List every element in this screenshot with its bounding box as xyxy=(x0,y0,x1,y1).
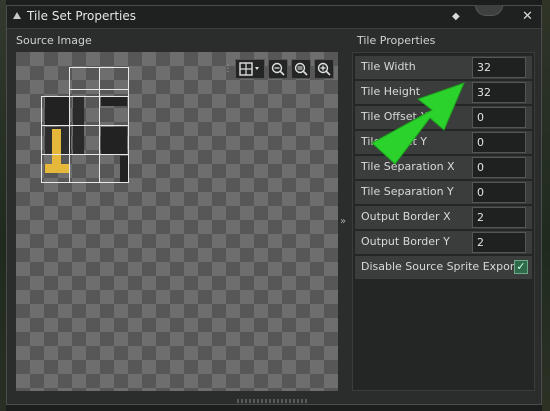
prop-label: Disable Source Sprite Export xyxy=(361,260,519,273)
zoom-reset-button[interactable] xyxy=(291,59,311,79)
prop-row-tile-offset-x: Tile Offset X 0 xyxy=(355,106,532,129)
disable-source-sprite-export-checkbox[interactable]: ✓ xyxy=(514,260,528,274)
tile-offset-y-input[interactable]: 0 xyxy=(472,132,526,153)
zoom-toolbar: ⋮ xyxy=(224,59,334,79)
grid-line xyxy=(41,96,129,97)
tile-height-input[interactable]: 32 xyxy=(472,82,526,103)
properties-list: Tile Width 32 Tile Height 32 Tile Offset… xyxy=(352,52,535,391)
tile xyxy=(101,96,127,106)
prop-row-tile-height: Tile Height 32 xyxy=(355,81,532,104)
grid-toggle-button[interactable] xyxy=(235,59,265,79)
tile-width-input[interactable]: 32 xyxy=(472,57,526,78)
prop-label: Tile Offset Y xyxy=(361,135,428,148)
tile-offset-x-input[interactable]: 0 xyxy=(472,107,526,128)
window-title: Tile Set Properties xyxy=(27,9,136,23)
grid-line xyxy=(41,154,129,155)
grid-line xyxy=(41,182,129,183)
tile xyxy=(120,156,128,182)
prop-label: Tile Separation X xyxy=(361,160,455,173)
tileset-preview[interactable] xyxy=(41,67,129,183)
close-icon[interactable]: ✕ xyxy=(522,9,533,24)
source-image-panel: Source Image ⋮ xyxy=(14,33,340,391)
prop-label: Output Border Y xyxy=(361,235,450,248)
tile-separation-y-input[interactable]: 0 xyxy=(472,182,526,203)
dock-icon[interactable]: ◆ xyxy=(452,11,460,22)
grid-line xyxy=(69,67,129,68)
prop-row-disable-sprite-export: Disable Source Sprite Export ✓ xyxy=(355,256,532,279)
prop-row-tile-width: Tile Width 32 xyxy=(355,56,532,79)
prop-label: Tile Width xyxy=(361,60,416,73)
prop-label: Output Border X xyxy=(361,210,451,223)
zoom-reset-icon xyxy=(294,62,308,76)
zoom-in-icon xyxy=(317,62,331,76)
zoom-in-button[interactable] xyxy=(314,59,334,79)
tile xyxy=(101,127,127,155)
output-border-x-input[interactable]: 2 xyxy=(472,207,526,228)
prop-row-output-border-y: Output Border Y 2 xyxy=(355,231,532,254)
title-notch xyxy=(475,5,503,16)
tile-properties-label: Tile Properties xyxy=(357,34,436,47)
zoom-out-icon xyxy=(271,62,285,76)
toolbar-grip-icon[interactable]: ⋮ xyxy=(224,59,233,79)
prop-row-tile-separation-x: Tile Separation X 0 xyxy=(355,156,532,179)
grid-icon xyxy=(239,62,259,76)
tile xyxy=(45,96,70,125)
prop-label: Tile Separation Y xyxy=(361,185,454,198)
zoom-out-button[interactable] xyxy=(268,59,288,79)
source-image-canvas[interactable]: ⋮ xyxy=(16,52,338,391)
tile-properties-panel: Tile Properties Tile Width 32 Tile Heigh… xyxy=(352,33,535,393)
prop-label: Tile Offset X xyxy=(361,110,428,123)
tile-separation-x-input[interactable]: 0 xyxy=(472,157,526,178)
output-border-y-input[interactable]: 2 xyxy=(472,232,526,253)
tile-yellow xyxy=(52,129,61,165)
tile-yellow xyxy=(45,164,70,173)
panel-splitter-icon[interactable]: » xyxy=(340,216,346,227)
prop-row-output-border-x: Output Border X 2 xyxy=(355,206,532,229)
grid-line xyxy=(41,96,42,183)
prop-label: Tile Height xyxy=(361,85,421,98)
grid-line xyxy=(69,89,129,90)
source-image-label: Source Image xyxy=(16,34,92,47)
prop-row-tile-separation-y: Tile Separation Y 0 xyxy=(355,181,532,204)
background-right xyxy=(542,0,550,411)
tile-set-properties-window: Tile Set Properties ◆ ✕ Source Image ⋮ »… xyxy=(6,5,542,405)
resize-grip[interactable] xyxy=(237,399,307,403)
grid-line xyxy=(41,125,129,126)
prop-row-tile-offset-y: Tile Offset Y 0 xyxy=(355,131,532,154)
title-bar[interactable]: Tile Set Properties ◆ ✕ xyxy=(7,5,541,29)
collapse-triangle-icon[interactable] xyxy=(13,12,21,19)
